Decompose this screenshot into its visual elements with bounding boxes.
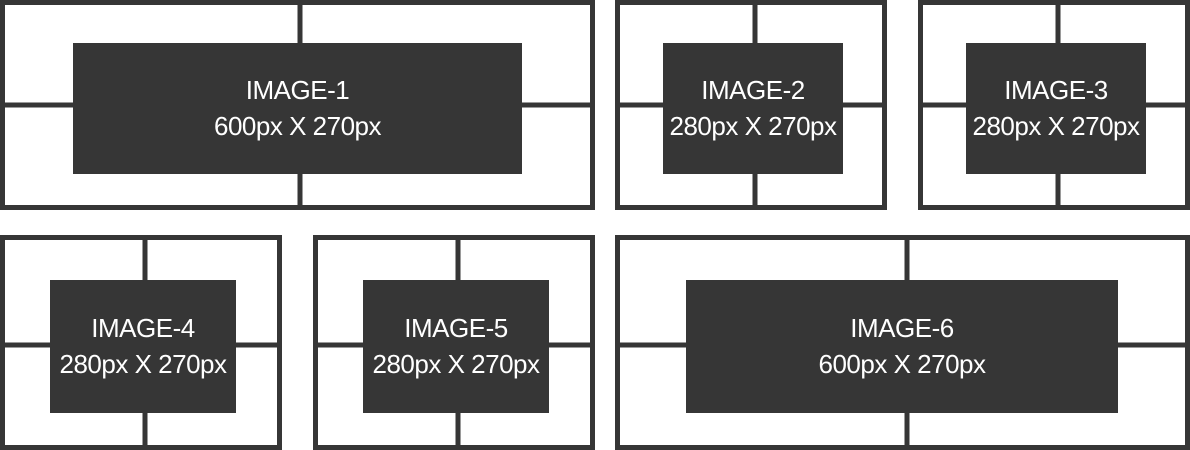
- image-tile-2: IMAGE-2 280px X 270px: [615, 0, 887, 210]
- image-placeholder-box: IMAGE-1 600px X 270px: [73, 43, 522, 174]
- image-placeholder-box: IMAGE-3 280px X 270px: [966, 43, 1146, 174]
- image-title-label: IMAGE-6: [850, 313, 954, 344]
- image-size-label: 600px X 270px: [214, 110, 381, 141]
- image-title-label: IMAGE-2: [701, 75, 805, 106]
- image-tile-1: IMAGE-1 600px X 270px: [0, 0, 595, 210]
- image-size-label: 280px X 270px: [972, 110, 1140, 141]
- image-placeholder-box: IMAGE-6 600px X 270px: [686, 280, 1118, 413]
- image-tile-3: IMAGE-3 280px X 270px: [918, 0, 1190, 210]
- image-tile-5: IMAGE-5 280px X 270px: [313, 235, 595, 450]
- image-size-label: 600px X 270px: [818, 348, 986, 379]
- image-title-label: IMAGE-4: [91, 313, 195, 344]
- image-title-label: IMAGE-1: [245, 75, 350, 106]
- image-tile-4: IMAGE-4 280px X 270px: [0, 235, 282, 450]
- image-title-label: IMAGE-3: [1004, 75, 1108, 106]
- image-size-label: 280px X 270px: [59, 348, 227, 379]
- image-placeholder-box: IMAGE-2 280px X 270px: [663, 43, 843, 174]
- image-placeholder-box: IMAGE-5 280px X 270px: [363, 280, 549, 413]
- image-placeholder-box: IMAGE-4 280px X 270px: [50, 280, 236, 413]
- image-size-label: 280px X 270px: [669, 110, 837, 141]
- image-size-label: 280px X 270px: [372, 348, 540, 379]
- image-title-label: IMAGE-5: [404, 313, 508, 344]
- image-tile-6: IMAGE-6 600px X 270px: [615, 235, 1190, 450]
